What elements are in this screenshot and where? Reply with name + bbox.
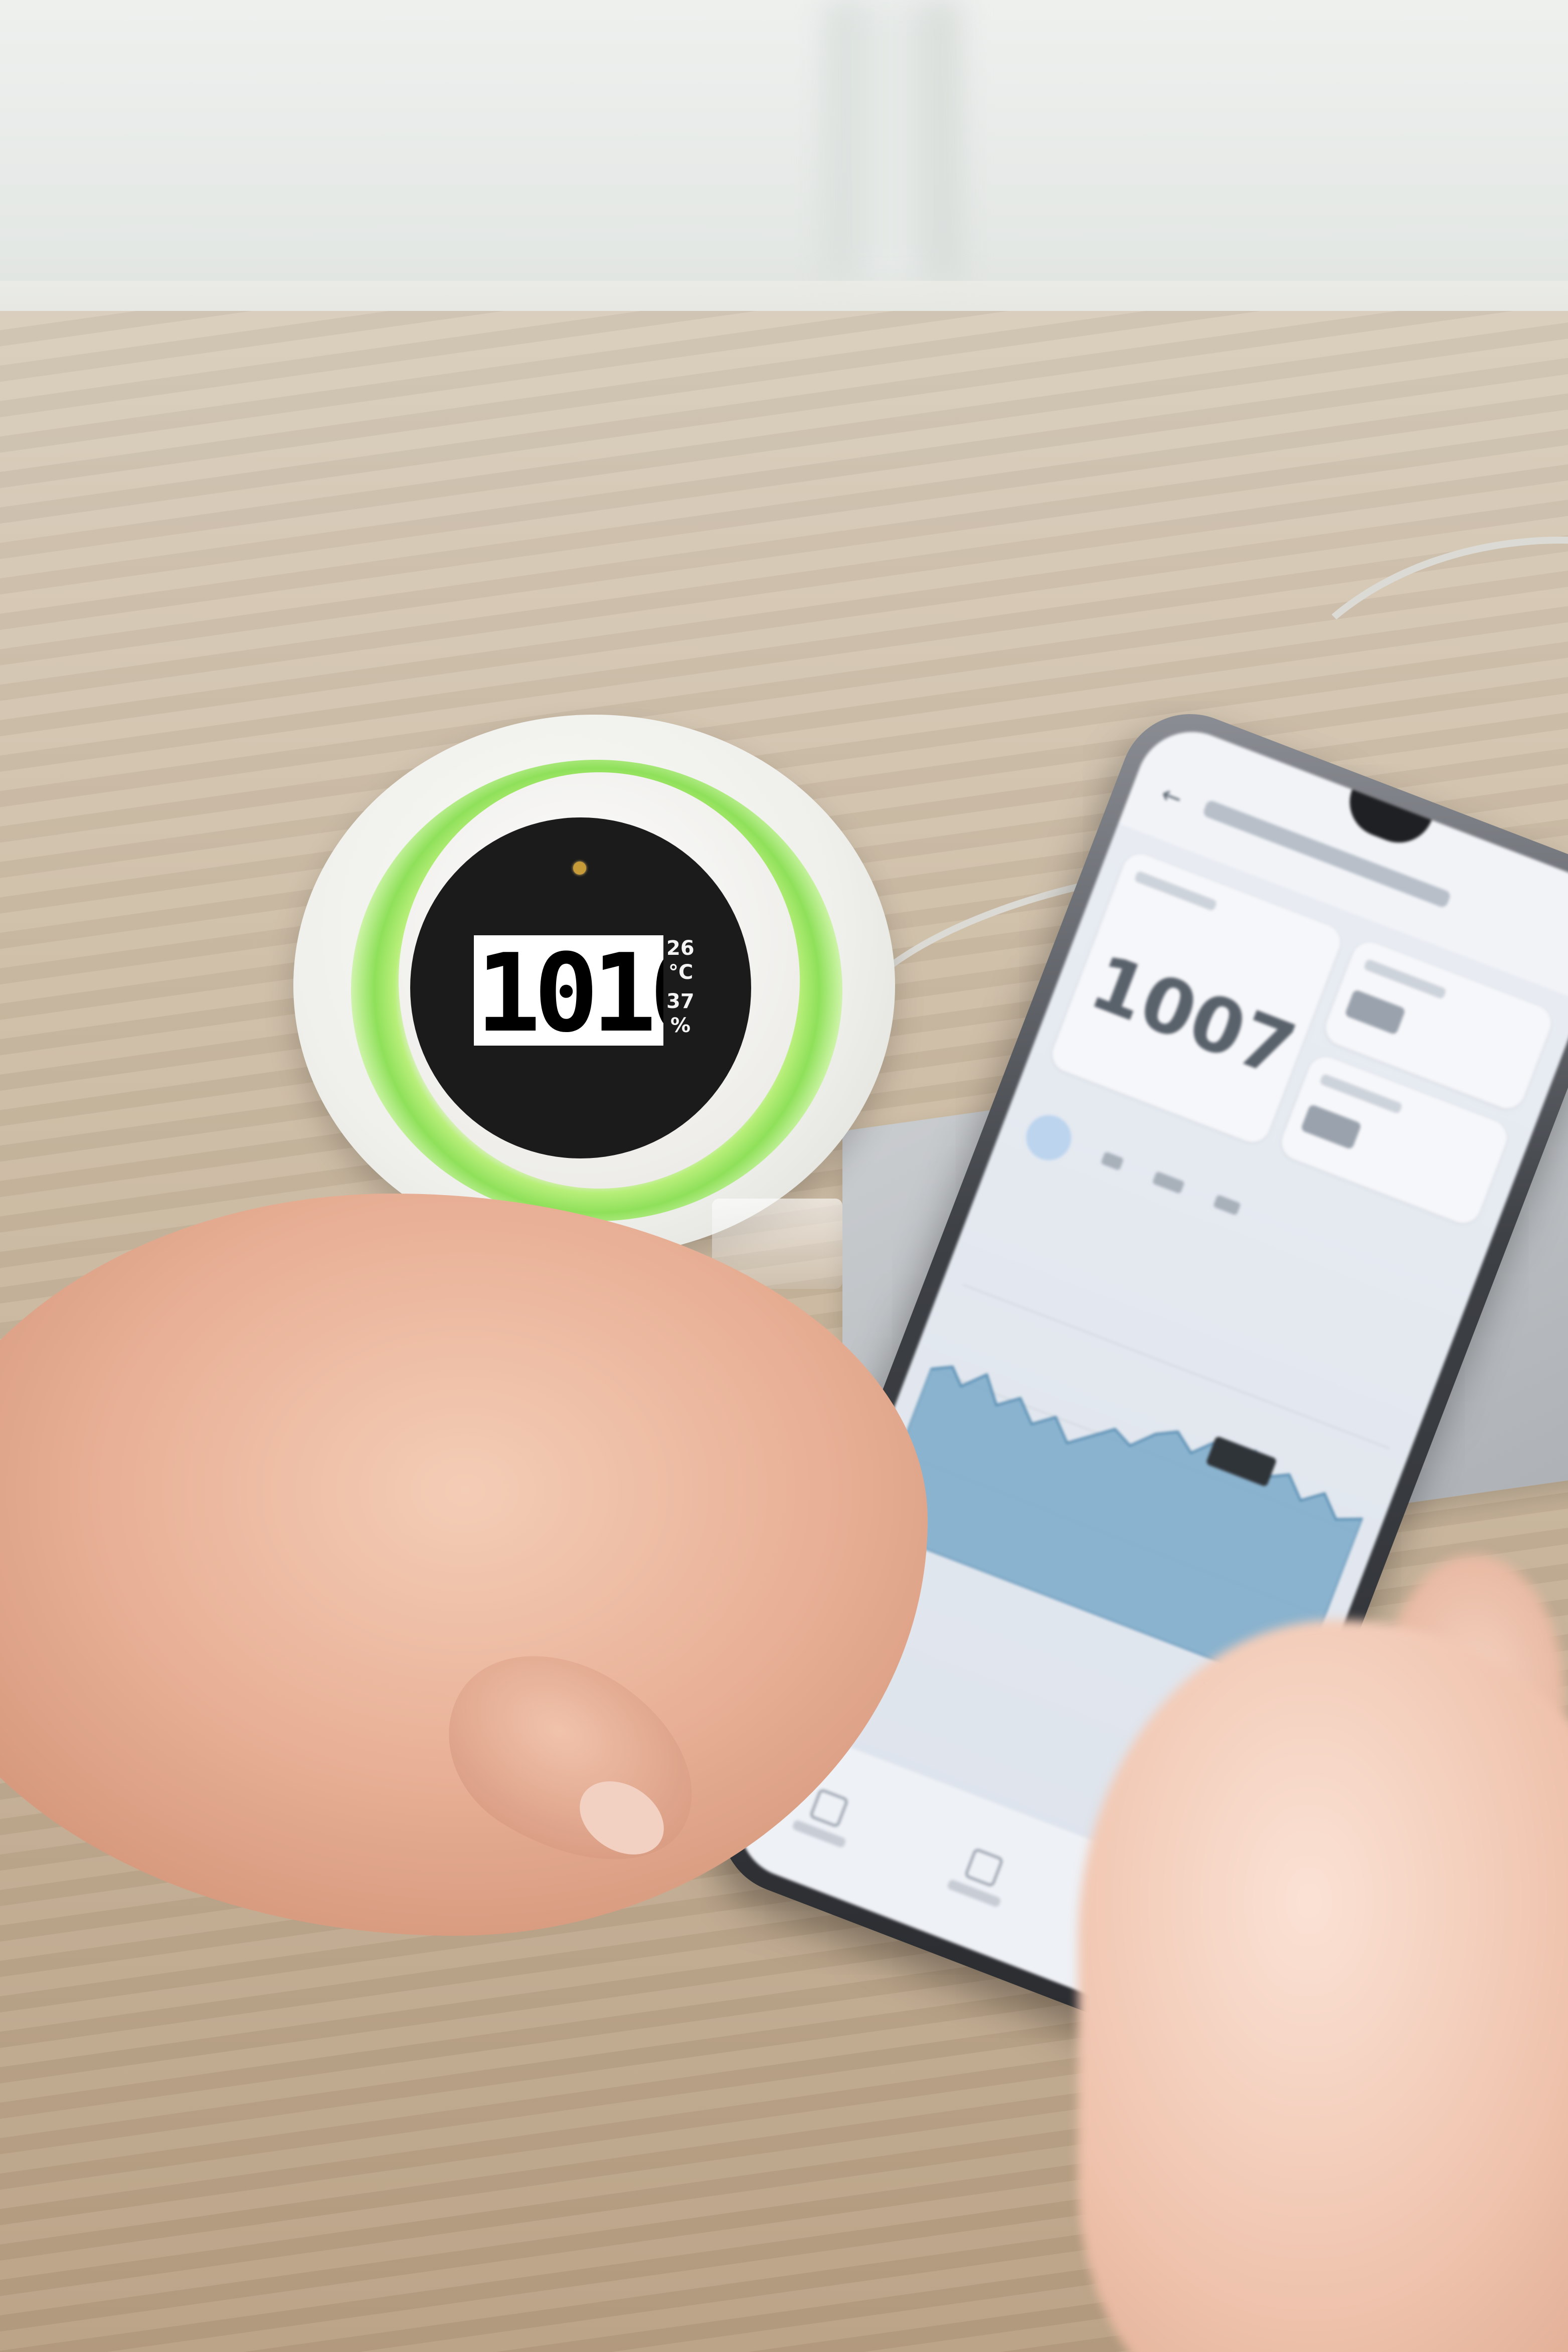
humidity-reading: 37 (666, 990, 694, 1013)
photo-scene: 1010 26 °C 37 % ← 1007 (0, 0, 1568, 2352)
oled-side-panel: 26 °C 37 % (663, 935, 694, 1046)
co2-reading: 1010 (476, 935, 694, 1046)
arrow-left-icon[interactable]: ← (1157, 780, 1187, 813)
temperature-card-label (1362, 955, 1448, 1003)
selected-range-chip[interactable] (1019, 1108, 1078, 1167)
temperature-card-value (1344, 989, 1406, 1037)
device-icon (964, 1847, 1004, 1888)
nav-item-devices[interactable] (946, 1843, 1015, 1908)
window-frame (827, 0, 958, 281)
oled-screen: 1010 26 °C 37 % (474, 935, 694, 1046)
ambient-light-sensor (573, 862, 586, 875)
range-option[interactable] (1099, 1149, 1125, 1175)
phone-co2-value: 1007 (1079, 938, 1306, 1095)
temperature-reading: 26 (666, 937, 694, 960)
humidity-card-value (1300, 1104, 1362, 1151)
range-option[interactable] (1211, 1192, 1242, 1220)
home-icon (809, 1788, 849, 1828)
humidity-card-label (1318, 1070, 1404, 1118)
co2-card-label (1132, 867, 1218, 915)
temperature-unit: °C (668, 961, 693, 984)
humidity-unit: % (670, 1014, 691, 1037)
range-option[interactable] (1150, 1169, 1185, 1199)
right-hand (1078, 1620, 1568, 2352)
